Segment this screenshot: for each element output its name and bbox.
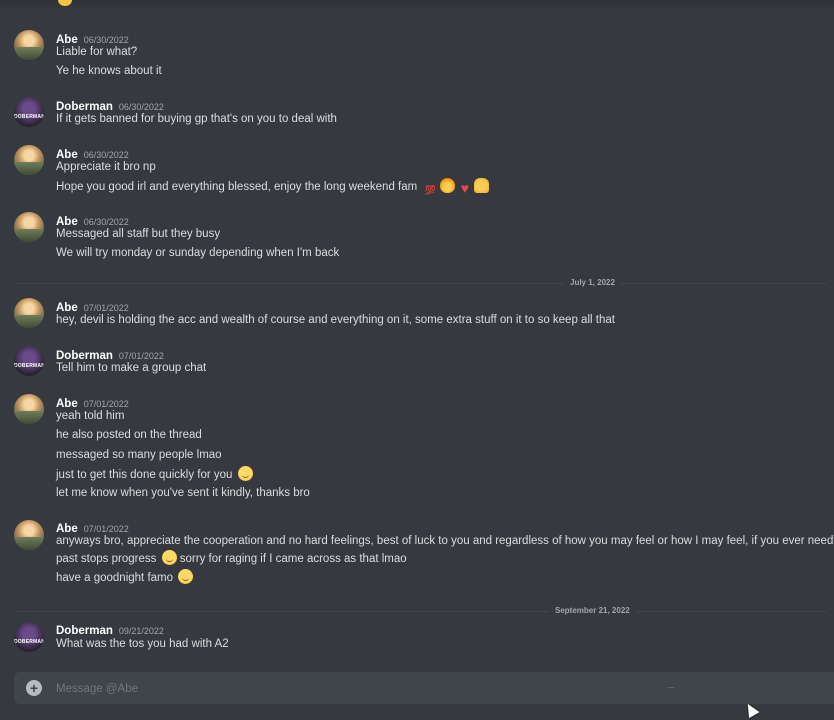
message-line: We will try monday or sunday depending w… <box>56 247 340 259</box>
add-attachment-icon[interactable]: + <box>26 680 42 696</box>
pray-icon <box>474 178 490 193</box>
avatar[interactable]: DOBERMAN <box>14 346 44 376</box>
scroll-top-fade <box>0 0 834 10</box>
date-divider <box>16 611 826 612</box>
message-line: If it gets banned for buying gp that's o… <box>56 113 337 125</box>
message-line: hey, devil is holding the acc and wealth… <box>56 314 615 326</box>
message-line: he also posted on the thread <box>56 429 202 441</box>
date-divider-label: July 1, 2022 <box>564 278 621 287</box>
avatar-label: DOBERMAN <box>14 639 44 645</box>
message-line: anyways bro, appreciate the cooperation … <box>56 535 834 547</box>
slightly-smiling-face-icon <box>178 569 194 584</box>
avatar[interactable] <box>14 30 44 60</box>
date-divider <box>16 283 826 284</box>
message-line: have a goodnight famo <box>56 569 194 586</box>
message-text: have a goodnight famo <box>56 572 174 584</box>
avatar[interactable]: DOBERMAN <box>14 97 44 127</box>
avatar[interactable] <box>14 520 44 550</box>
message-text: sorry for raging if I came across as tha… <box>179 553 407 565</box>
message-line: Ye he knows about it <box>56 65 162 77</box>
avatar-label: DOBERMAN <box>14 114 44 120</box>
avatar[interactable] <box>14 145 44 175</box>
hundred-icon: 💯 <box>424 185 437 195</box>
message-line: Appreciate it bro np <box>56 161 156 173</box>
avatar-label: DOBERMAN <box>14 363 44 369</box>
message-header: Doberman 09/21/2022 <box>56 621 164 637</box>
avatar[interactable]: DOBERMAN <box>14 622 44 652</box>
fire-icon <box>440 178 456 193</box>
message-line: What was the tos you had with A2 <box>56 638 229 650</box>
composer-mark <box>668 687 674 688</box>
avatar[interactable] <box>14 298 44 328</box>
message-line: just to get this done quickly for you <box>56 466 253 483</box>
avatar[interactable] <box>14 394 44 424</box>
message-line: let me know when you've sent it kindly, … <box>56 487 310 499</box>
message-line: messaged so many people lmao <box>56 449 222 461</box>
slightly-smiling-face-icon <box>161 550 177 565</box>
message-line: Hope you good irl and everything blessed… <box>56 178 490 197</box>
date-divider-label: September 21, 2022 <box>549 606 636 615</box>
message-line: Messaged all staff but they busy <box>56 228 221 240</box>
message-line: Tell him to make a group chat <box>56 362 207 374</box>
message-line: Liable for what? <box>56 46 138 58</box>
timestamp: 09/21/2022 <box>118 626 164 636</box>
heart-icon: ♥ <box>460 180 470 196</box>
message-text: past stops progress <box>56 553 157 565</box>
slightly-smiling-face-icon <box>237 466 253 481</box>
message-line: past stops progress sorry for raging if … <box>56 550 407 567</box>
message-line: yeah told him <box>56 410 125 422</box>
message-composer: + <box>14 672 834 704</box>
message-input[interactable] <box>54 678 658 700</box>
avatar[interactable] <box>14 212 44 242</box>
message-text: Hope you good irl and everything blessed… <box>56 181 418 193</box>
message-text: just to get this done quickly for you <box>56 469 233 481</box>
chat-log: Abe 06/30/2022 Liable for what? Ye he kno… <box>0 0 834 720</box>
